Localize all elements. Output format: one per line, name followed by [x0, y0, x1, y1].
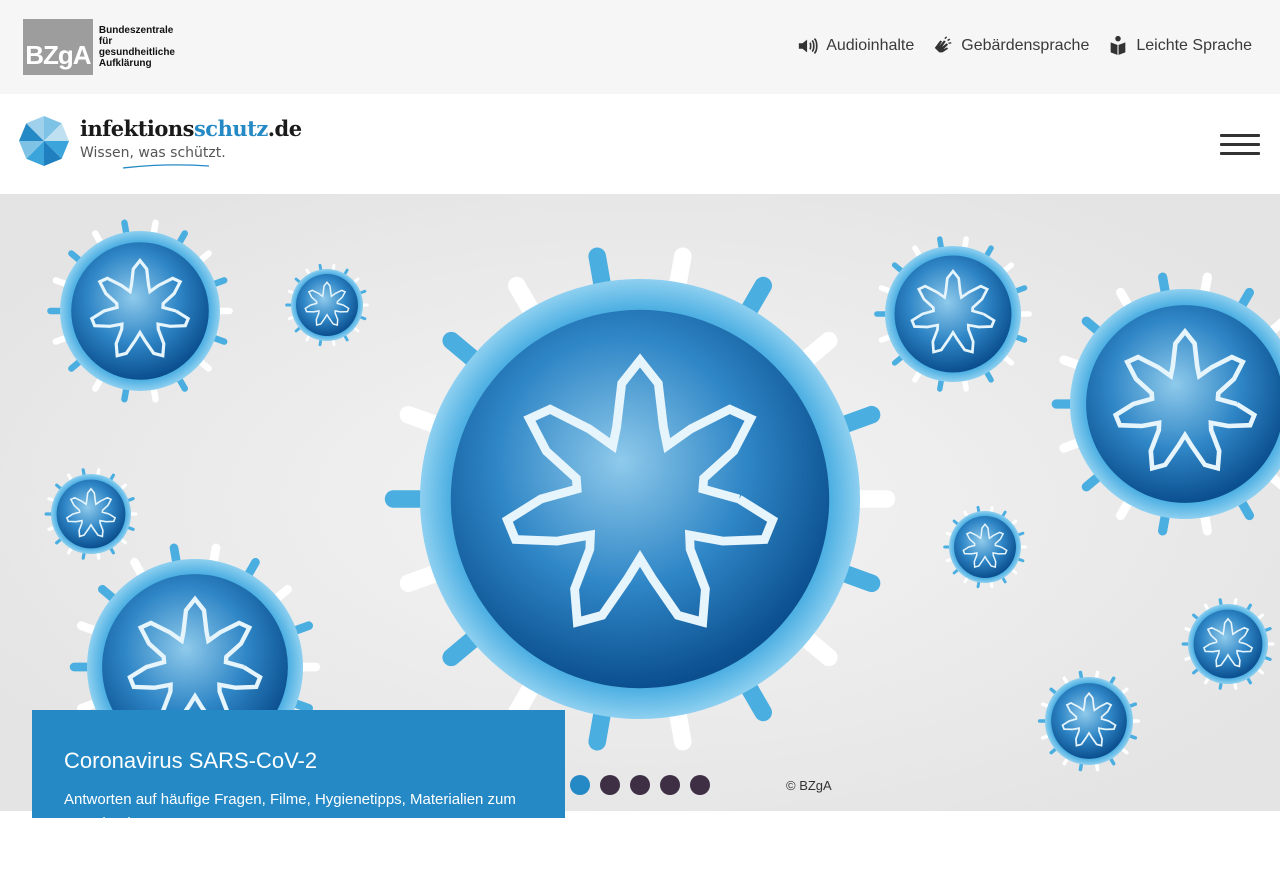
audio-content-label: Audioinhalte [826, 37, 915, 54]
site-header: infektionsschutz.de Wissen, was schützt. [0, 94, 1280, 194]
sign-language-link[interactable]: Gebärdensprache [932, 35, 1089, 57]
image-copyright: © BZgA [786, 778, 832, 793]
hero-caption-box[interactable]: Coronavirus SARS-CoV-2 Antworten auf häu… [32, 710, 565, 818]
easy-language-label: Leichte Sprache [1136, 37, 1252, 54]
hero-title: Coronavirus SARS-CoV-2 [64, 748, 318, 773]
audio-content-link[interactable]: Audioinhalte [797, 35, 914, 57]
umbrella-logo-icon [19, 116, 69, 166]
page-content-area [0, 811, 1280, 887]
sign-language-icon [935, 36, 952, 53]
site-tagline: Wissen, was schützt. [80, 145, 226, 161]
easy-language-link[interactable]: Leichte Sprache [1107, 35, 1252, 57]
slider-dot[interactable] [570, 775, 590, 795]
slider-dot[interactable] [630, 775, 650, 795]
site-name: infektionsschutz.de Wissen, was schützt. [80, 116, 302, 161]
hamburger-line [1220, 152, 1260, 155]
accessibility-links: Audioinhalte Gebärdensprache Leichte Spr… [797, 35, 1252, 57]
hero-text: Antworten auf häufige Fragen, Filme, Hyg… [64, 791, 516, 818]
site-name-main: infektions [80, 116, 194, 141]
bzga-line: Aufklärung [98, 58, 152, 69]
site-name-accent: schutz [193, 116, 268, 141]
hamburger-line [1220, 134, 1260, 137]
slider-dot[interactable] [690, 775, 710, 795]
bzga-line: für [98, 36, 113, 47]
slider-dot[interactable] [600, 775, 620, 795]
site-name-tld: .de [267, 116, 302, 141]
top-bar: BZgA Bundeszentrale für gesundheitliche … [0, 0, 1280, 94]
bzga-line: gesundheitliche [98, 47, 175, 58]
hamburger-line [1220, 143, 1260, 146]
bzga-line: Bundeszentrale [98, 25, 174, 36]
speaker-icon [799, 38, 818, 54]
sign-language-label: Gebärdensprache [961, 37, 1090, 54]
hamburger-menu-icon[interactable] [1220, 134, 1260, 156]
bzga-logo-mark: BZgA [23, 19, 93, 75]
tagline-underline [122, 164, 210, 169]
site-name-wordmark: infektionsschutz.de [80, 116, 302, 141]
slider-dots [570, 775, 710, 795]
site-logo[interactable]: infektionsschutz.de Wissen, was schützt. [19, 116, 302, 169]
slider-dot[interactable] [660, 775, 680, 795]
bzga-logo[interactable]: BZgA Bundeszentrale für gesundheitliche … [23, 19, 175, 75]
easy-language-icon [1111, 35, 1126, 56]
bzga-logo-text: Bundeszentrale für gesundheitliche Aufkl… [99, 25, 175, 69]
